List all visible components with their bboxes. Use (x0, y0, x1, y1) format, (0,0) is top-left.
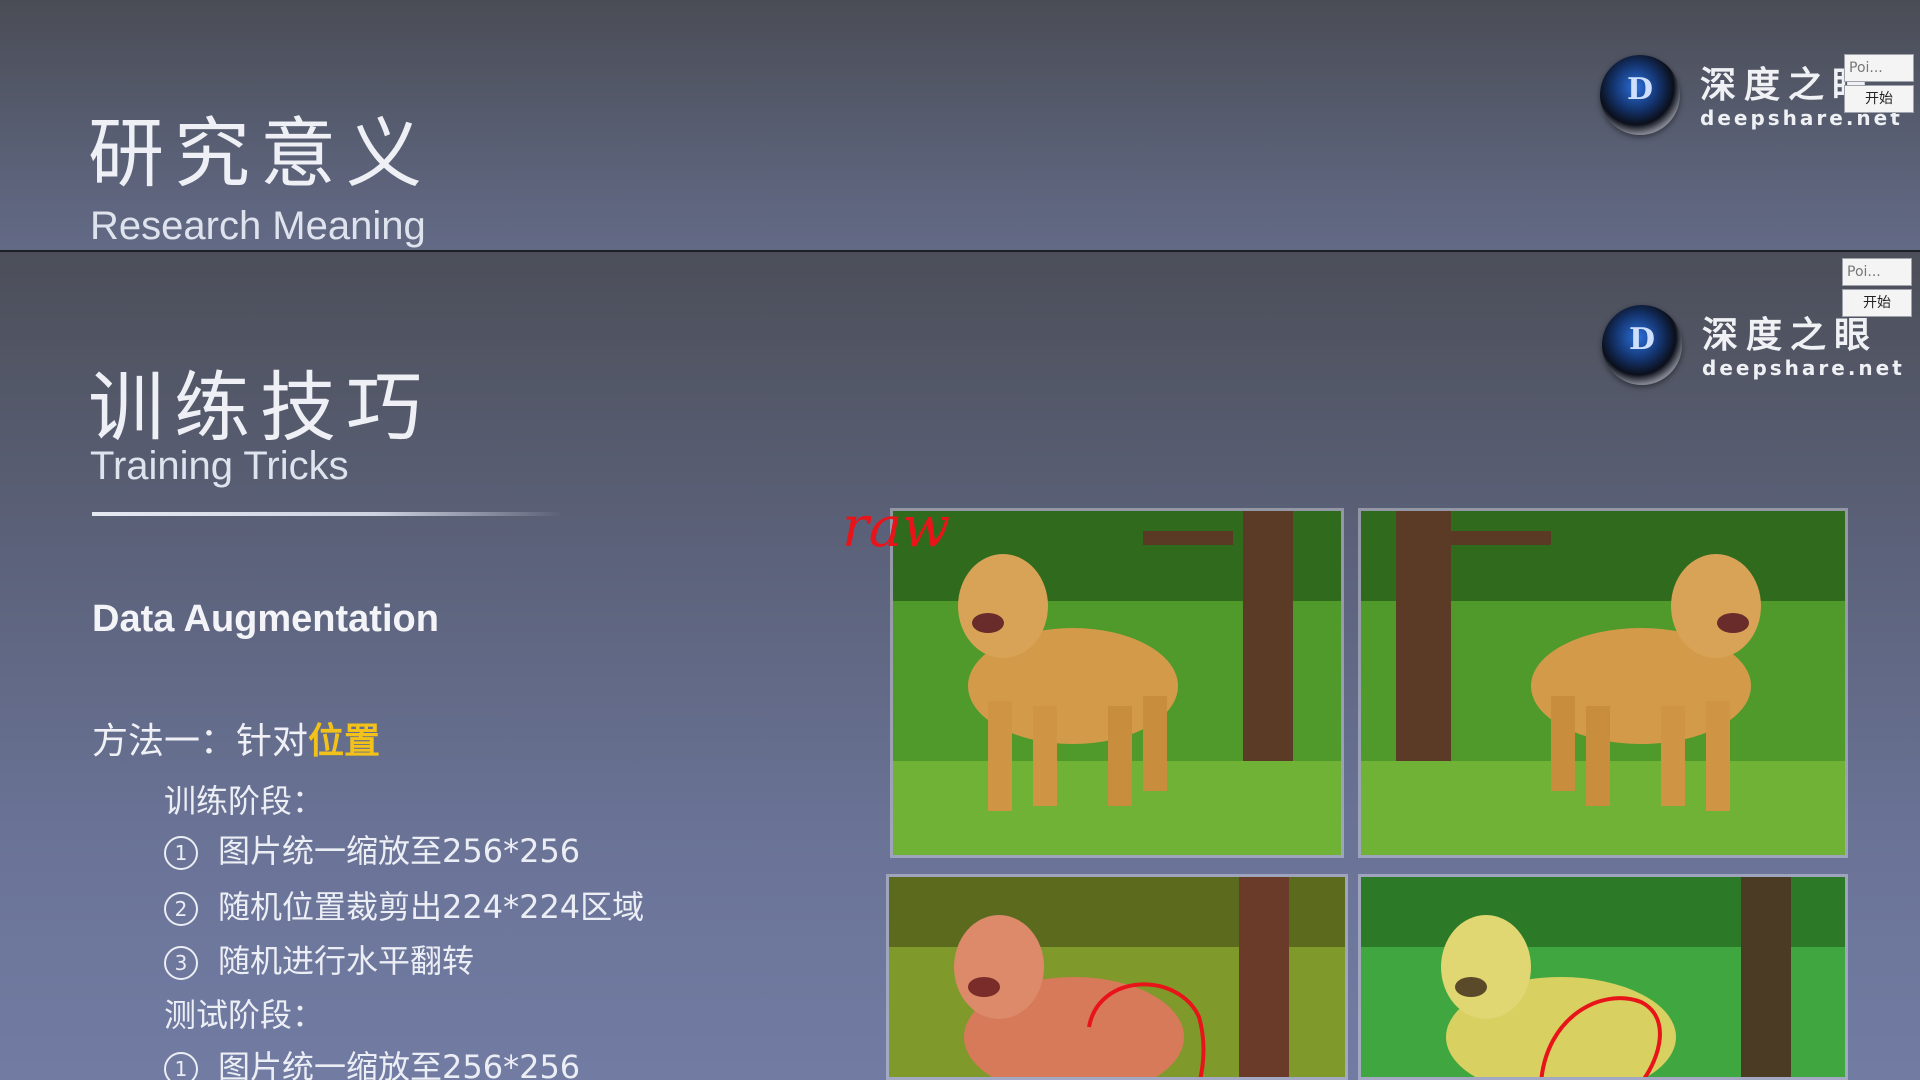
pointer-button[interactable]: Poi... (1842, 258, 1912, 286)
dog-photo-original (890, 508, 1344, 858)
logo-domain: deepshare.net (1702, 356, 1905, 380)
logo-mark: D (1628, 322, 1655, 357)
slide-subtitle: Research Meaning (90, 204, 426, 248)
pointer-button[interactable]: Poi... (1844, 54, 1914, 82)
step-number: 1 (164, 1052, 198, 1080)
previous-slide: 研究意义 Research Meaning D 深度之眼 deepshare.n… (0, 0, 1920, 252)
dog-photo-red-tint (886, 874, 1348, 1080)
list-item: 2 随机位置裁剪出224*224区域 (164, 882, 644, 928)
dog-photo-flipped (1358, 508, 1848, 858)
pointer-tool-buttons: Poi... 开始 (1844, 54, 1916, 116)
training-tricks-slide: 训练技巧 Training Tricks D 深度之眼 deepshare.ne… (0, 252, 1920, 1080)
start-button[interactable]: 开始 (1842, 289, 1912, 317)
method-heading: 方法一：针对位置 (92, 712, 380, 764)
list-item: 1 图片统一缩放至256*256 (164, 1042, 580, 1080)
slide-subtitle: Training Tricks (90, 444, 349, 488)
step-text: 随机进行水平翻转 (218, 942, 475, 980)
step-number: 1 (164, 836, 198, 870)
train-stage-label: 训练阶段： (164, 782, 325, 820)
test-stage-label: 测试阶段： (164, 996, 325, 1034)
slide-title: 训练技巧 (88, 363, 432, 452)
list-item: 3 随机进行水平翻转 (164, 936, 474, 982)
step-number: 3 (164, 946, 198, 980)
step-number: 2 (164, 892, 198, 926)
method-highlight: 位置 (308, 721, 381, 762)
slide-title: 研究意义 (88, 109, 432, 198)
step-text: 随机位置裁剪出224*224区域 (218, 888, 645, 926)
step-text: 图片统一缩放至256*256 (218, 832, 581, 870)
method-prefix: 方法一：针对 (92, 721, 309, 762)
section-heading: Data Augmentation (92, 598, 439, 640)
start-button[interactable]: 开始 (1844, 85, 1914, 113)
dog-photo-yellow-tint (1358, 874, 1848, 1080)
step-text: 图片统一缩放至256*256 (218, 1048, 581, 1080)
pointer-tool-buttons: Poi... 开始 (1842, 258, 1914, 320)
list-item: 1 图片统一缩放至256*256 (164, 826, 580, 872)
logo-mark: D (1626, 72, 1653, 107)
title-divider (92, 512, 562, 516)
